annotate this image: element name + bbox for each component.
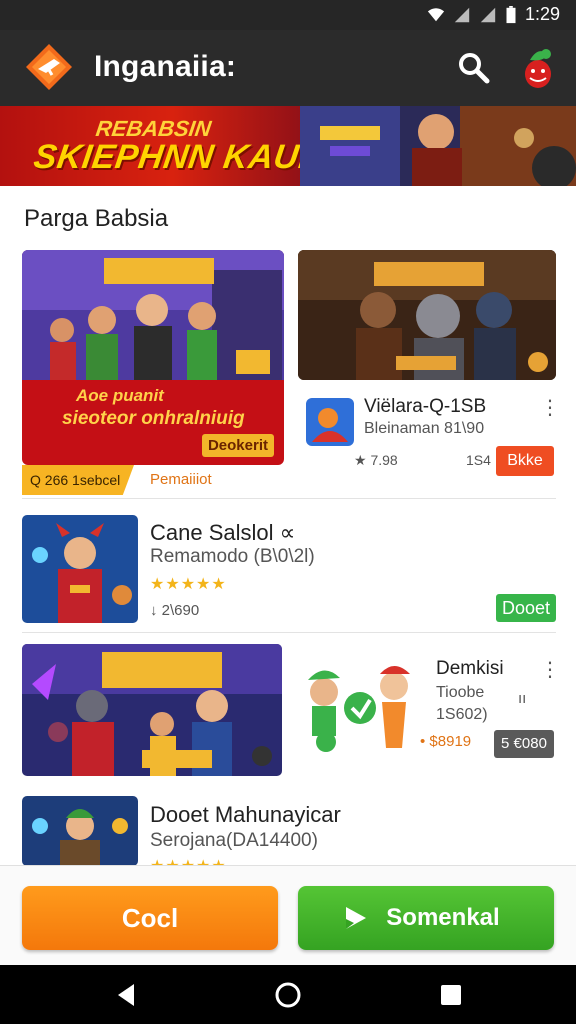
app-title: Inganaiia:: [94, 50, 237, 83]
featured-right-artwork: [298, 250, 556, 380]
section-title: Parga Babsia: [24, 205, 169, 232]
status-time: 1:29: [524, 4, 560, 24]
featured-left-caption-2: sieoteor onhralniuig: [62, 408, 245, 429]
app-bar: Inganaiia:: [0, 30, 576, 106]
promo-banner[interactable]: REBABSIN SKIEPHNN KAUIS: [0, 106, 576, 186]
list-item-2-thumbnail[interactable]: [298, 652, 428, 756]
banner-artwork: [300, 106, 576, 186]
list-item-1-artwork: [22, 515, 138, 623]
list-item-3-artwork: [22, 796, 138, 866]
featured-right-title: Viëlara-Q-1SB: [364, 396, 487, 417]
signal-icon-2: [480, 7, 496, 22]
list-item-2-artwork: [22, 644, 282, 776]
status-icons: 1:29: [427, 4, 560, 25]
avatar-icon[interactable]: [518, 46, 558, 90]
list-item-1-meta: ↓ 2\690: [150, 602, 200, 619]
featured-left-caption-1: Aoe puanit: [76, 386, 164, 405]
list-item-1-title: Cane Salslol ∝: [150, 520, 296, 545]
search-icon[interactable]: [454, 48, 494, 88]
list-item-2-line2: Tioobe: [436, 684, 485, 701]
banner-title: SKIEPHNN KAUIS: [31, 138, 335, 176]
list-item-3-thumbnail[interactable]: [22, 796, 138, 866]
featured-right-size: 1S4: [466, 452, 491, 468]
divider: [22, 498, 556, 499]
battery-icon: [506, 5, 516, 23]
featured-card-left[interactable]: Aoe puanit sieoteor onhralniuig Deokerit: [22, 250, 284, 465]
featured-card-right[interactable]: [298, 250, 556, 380]
list-item-3-title: Dooet Mahunayicar: [150, 802, 341, 827]
list-item-1-subtitle: Remamodo (B\0\2l): [150, 546, 315, 567]
featured-left-artwork: [22, 250, 284, 380]
play-icon: [346, 907, 366, 929]
list-item-3-subtitle: Serojana(DA14400): [150, 830, 318, 851]
list-item-thumbnail[interactable]: [22, 515, 138, 623]
system-nav-bar: [0, 965, 576, 1024]
list-item-2-banner[interactable]: [22, 644, 282, 776]
featured-right-info[interactable]: Viëlara-Q-1SB Bleinaman 81\90 ⋮ ★ 7.98 1…: [298, 386, 560, 486]
list-item-2-price: • $8919: [420, 733, 472, 750]
status-bar: 1:29: [0, 0, 576, 30]
back-icon[interactable]: [114, 982, 140, 1008]
list-item-2-line3: 1S602): [436, 706, 488, 723]
action-bar: Cocl Somenkal: [0, 865, 576, 965]
list-item-2-side: ıı: [518, 690, 527, 707]
featured-left-badge[interactable]: Deokerit: [201, 434, 274, 457]
list-item-2-button[interactable]: 5 €080: [494, 730, 554, 758]
secondary-action-button[interactable]: Somenkal: [298, 886, 554, 950]
primary-action-button[interactable]: Cocl: [22, 886, 278, 950]
featured-left-meta-pill: Q 266 1sebcel: [22, 465, 134, 495]
list-item-1-stars: ★★★★★: [150, 576, 227, 593]
wifi-icon: [427, 7, 445, 21]
list-item-2-title: Demkisi: [436, 658, 504, 679]
featured-right-subtitle: Bleinaman 81\90: [364, 420, 485, 437]
list-item-2-more-icon[interactable]: ⋮: [540, 660, 560, 680]
featured-left-meta: Q 266 1sebcel Pemaiiiot: [22, 465, 284, 495]
app-logo-icon[interactable]: [24, 42, 74, 92]
featured-right-button[interactable]: Bkke: [496, 446, 554, 476]
home-icon[interactable]: [275, 982, 301, 1008]
featured-right-more-icon[interactable]: ⋮: [540, 398, 560, 418]
list-item-1-button[interactable]: Dooet: [496, 594, 556, 622]
secondary-action-label: Somenkal: [386, 904, 500, 931]
featured-left-meta-text: Pemaiiiot: [150, 471, 212, 488]
divider: [22, 632, 556, 633]
recents-icon[interactable]: [438, 982, 464, 1008]
featured-right-rating: ★ 7.98: [354, 452, 398, 468]
featured-right-app-icon: [306, 398, 354, 446]
signal-icon: [454, 7, 470, 22]
